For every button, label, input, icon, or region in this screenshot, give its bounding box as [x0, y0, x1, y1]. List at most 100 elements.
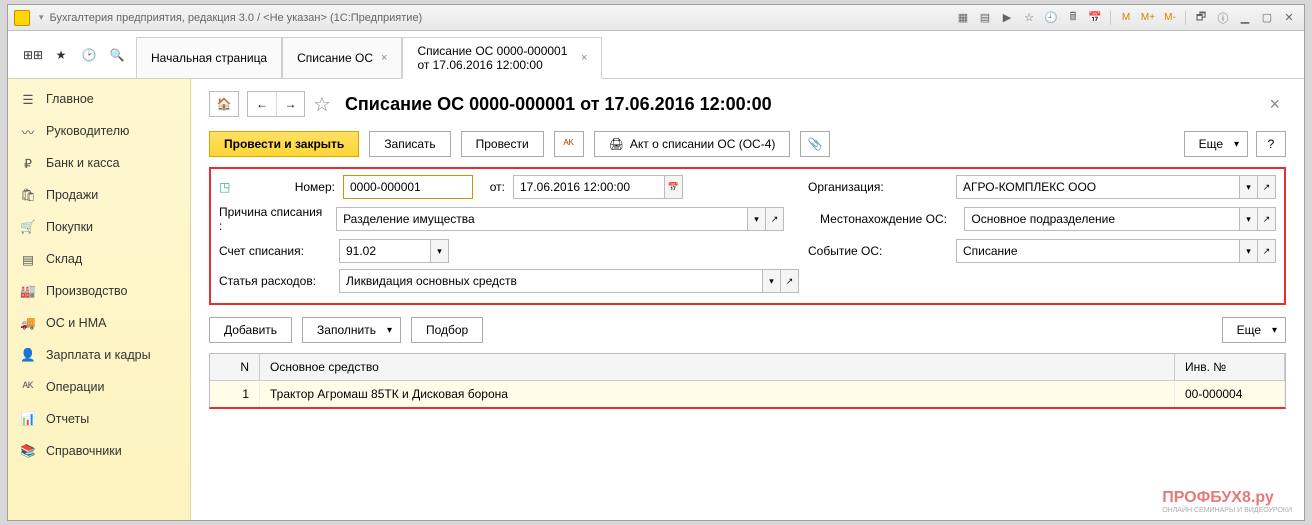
tb-icon-start[interactable]: ▶	[998, 9, 1016, 27]
calendar-icon[interactable]: 📅	[665, 175, 683, 199]
dropdown-icon[interactable]: ▾	[1240, 239, 1258, 263]
post-and-close-button[interactable]: Провести и закрыть	[209, 131, 359, 157]
tab-home[interactable]: Начальная страница	[136, 37, 282, 78]
truck-icon: 🚚	[20, 315, 36, 331]
toolbar: Провести и закрыть Записать Провести ᴬᴷ …	[209, 131, 1286, 157]
dropdown-icon[interactable]: ▾	[431, 239, 449, 263]
close-page-button[interactable]: ×	[1263, 94, 1286, 115]
sidebar-item-bank[interactable]: ₽Банк и касса	[8, 147, 190, 179]
event-label: Событие ОС:	[808, 244, 948, 258]
history-icon[interactable]: 🕑	[78, 44, 100, 66]
sidebar-item-reports[interactable]: 📊Отчеты	[8, 403, 190, 435]
app-icon	[14, 10, 30, 26]
dt-kt-button[interactable]: ᴬᴷ	[554, 131, 584, 157]
factory-icon: 🏭	[20, 283, 36, 299]
sidebar-item-production[interactable]: 🏭Производство	[8, 275, 190, 307]
sidebar-item-purchases[interactable]: 🛒Покупки	[8, 211, 190, 243]
date-field[interactable]	[513, 175, 665, 199]
tb-icon-star[interactable]: ☆	[1020, 9, 1038, 27]
search-icon[interactable]: 🔍	[106, 44, 128, 66]
org-field[interactable]	[956, 175, 1240, 199]
main-pane: 🏠 ← → ☆ Списание ОС 0000-000001 от 17.06…	[191, 79, 1304, 520]
watermark: ПРОФБУХ8.ру ОНЛАЙН СЕМИНАРЫ И ВИДЕОУРОКИ	[1162, 489, 1292, 514]
col-inv-header: Инв. №	[1175, 354, 1285, 380]
save-button[interactable]: Записать	[369, 131, 450, 157]
dropdown-icon[interactable]: ▾	[748, 207, 766, 231]
number-label: Номер:	[245, 180, 335, 194]
star-icon[interactable]: ★	[50, 44, 72, 66]
sidebar-item-main[interactable]: ☰Главное	[8, 83, 190, 115]
home-button[interactable]: 🏠	[209, 91, 239, 117]
open-icon[interactable]: ↗	[766, 207, 784, 231]
tb-icon-max[interactable]: ▢	[1258, 9, 1276, 27]
sidebar-item-operations[interactable]: ᴬᴷОперации	[8, 371, 190, 403]
sidebar-item-references[interactable]: 📚Справочники	[8, 435, 190, 467]
sidebar-item-os[interactable]: 🚚ОС и НМА	[8, 307, 190, 339]
dropdown-icon[interactable]: ▾	[1240, 207, 1258, 231]
expense-field[interactable]	[339, 269, 763, 293]
tb-icon-list[interactable]: ▤	[976, 9, 994, 27]
more-button[interactable]: Еще	[1184, 131, 1248, 157]
star-icon[interactable]: ☆	[313, 92, 331, 117]
cell-name: Трактор Агромаш 85ТК и Дисковая борона	[260, 381, 1175, 407]
forward-button[interactable]: →	[276, 92, 304, 116]
tb-icon-info[interactable]: ⓘ	[1214, 9, 1232, 27]
tb-icon-calc[interactable]: 🖩	[1064, 9, 1082, 27]
form-status-icon: ◳	[219, 180, 237, 194]
location-field[interactable]	[964, 207, 1240, 231]
nav-buttons: ← →	[247, 91, 305, 117]
tb-icon-cal[interactable]: 📅	[1086, 9, 1104, 27]
tab-2[interactable]: Списание ОС 0000-000001 от 17.06.2016 12…	[402, 37, 602, 79]
sidebar-item-salary[interactable]: 👤Зарплата и кадры	[8, 339, 190, 371]
table-row[interactable]: 1 Трактор Агромаш 85ТК и Дисковая борона…	[210, 381, 1285, 407]
close-icon[interactable]: ×	[581, 52, 587, 64]
print-icon: 🖨	[609, 137, 624, 151]
more-table-button[interactable]: Еще	[1222, 317, 1286, 343]
sidebar-item-stock[interactable]: ▤Склад	[8, 243, 190, 275]
page-title: Списание ОС 0000-000001 от 17.06.2016 12…	[345, 94, 772, 115]
open-icon[interactable]: ↗	[1258, 175, 1276, 199]
cell-n: 1	[210, 381, 260, 407]
app-title: Бухгалтерия предприятия, редакция 3.0 / …	[50, 12, 423, 24]
col-n-header: N	[210, 354, 260, 380]
tb-icon-grid[interactable]: ▦	[954, 9, 972, 27]
add-button[interactable]: Добавить	[209, 317, 292, 343]
reason-field[interactable]	[336, 207, 748, 231]
tb-icon-window[interactable]: 🗗	[1192, 9, 1210, 27]
event-field[interactable]	[956, 239, 1240, 263]
tb-icon-close[interactable]: ✕	[1280, 9, 1298, 27]
expense-label: Статья расходов:	[219, 274, 331, 288]
act-os4-button[interactable]: 🖨Акт о списании ОС (ОС-4)	[594, 131, 791, 157]
account-field[interactable]	[339, 239, 431, 263]
tb-mplus[interactable]: M+	[1139, 9, 1157, 27]
date-from-label: от:	[481, 180, 505, 194]
sidebar-item-sales[interactable]: 🛍Продажи	[8, 179, 190, 211]
ops-icon: ᴬᴷ	[20, 379, 36, 395]
open-icon[interactable]: ↗	[1258, 207, 1276, 231]
location-label: Местонахождение ОС:	[820, 212, 956, 226]
tb-icon-history[interactable]: 🕘	[1042, 9, 1060, 27]
number-field[interactable]	[343, 175, 473, 199]
sidebar-item-manager[interactable]: 〰Руководителю	[8, 115, 190, 147]
attach-button[interactable]: 📎	[800, 131, 830, 157]
select-button[interactable]: Подбор	[411, 317, 483, 343]
post-button[interactable]: Провести	[461, 131, 544, 157]
back-button[interactable]: ←	[248, 92, 276, 116]
dropdown-icon[interactable]: ▾	[1240, 175, 1258, 199]
help-button[interactable]: ?	[1256, 131, 1286, 157]
tb-mminus[interactable]: M-	[1161, 9, 1179, 27]
close-icon[interactable]: ×	[381, 52, 387, 64]
fill-button[interactable]: Заполнить	[302, 317, 401, 343]
open-icon[interactable]: ↗	[1258, 239, 1276, 263]
org-label: Организация:	[808, 180, 948, 194]
apps-grid-icon[interactable]: ⊞⊞	[22, 44, 44, 66]
assets-table: N Основное средство Инв. № 1 Трактор Агр…	[209, 353, 1286, 409]
document-form: ◳ Номер: от: 📅 Организация: ▾ ↗ Причина	[209, 167, 1286, 305]
chart-icon: 📊	[20, 411, 36, 427]
tab-1[interactable]: Списание ОС ×	[282, 37, 402, 78]
dropdown-icon[interactable]: ▾	[763, 269, 781, 293]
tb-m[interactable]: M	[1117, 9, 1135, 27]
open-icon[interactable]: ↗	[781, 269, 799, 293]
app-menu-arrow[interactable]: ▾	[39, 12, 44, 23]
tb-icon-min[interactable]: ▁	[1236, 9, 1254, 27]
